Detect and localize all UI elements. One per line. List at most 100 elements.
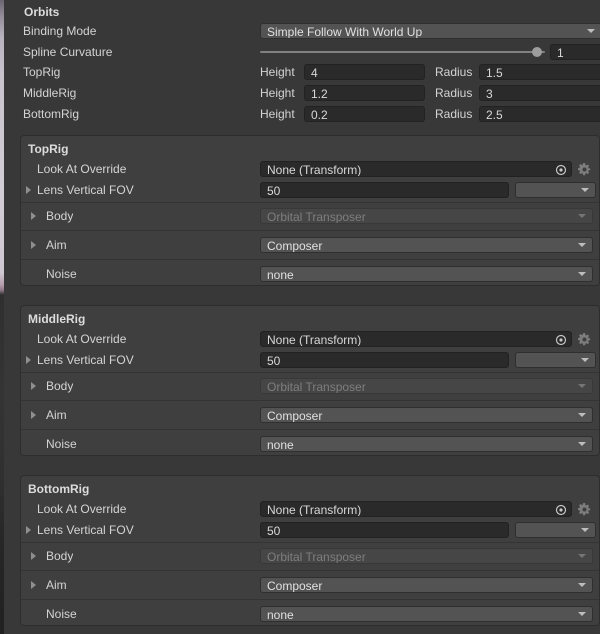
look-at-override-field[interactable]: None (Transform) — [260, 501, 572, 517]
spline-curvature-value-field[interactable]: 1 — [550, 44, 600, 60]
aim-label: Aim — [46, 577, 67, 594]
aim-dropdown[interactable]: Composer — [260, 407, 593, 423]
object-picker-icon[interactable] — [555, 334, 567, 346]
chevron-down-icon — [578, 612, 586, 616]
body-label: Body — [46, 548, 73, 565]
aim-foldout[interactable] — [31, 411, 36, 419]
chevron-down-icon — [578, 554, 586, 558]
lens-vertical-fov-field[interactable]: 50 — [260, 182, 509, 198]
noise-label: Noise — [46, 436, 77, 453]
divider — [21, 400, 599, 401]
height-field[interactable]: 0.2 — [304, 106, 425, 122]
lens-preset-dropdown[interactable] — [515, 182, 596, 198]
rig-section-bottomrig: BottomRig Look At Override None (Transfo… — [21, 476, 599, 625]
chevron-down-icon — [578, 243, 586, 247]
gear-icon[interactable] — [578, 333, 591, 346]
orbit-rig-row: MiddleRig Height 1.2 Radius 3 — [0, 85, 600, 102]
aim-foldout[interactable] — [31, 581, 36, 589]
binding-mode-label: Binding Mode — [23, 23, 96, 40]
look-at-override-value: None (Transform) — [267, 163, 361, 177]
spline-curvature-slider[interactable] — [260, 44, 545, 61]
divider — [21, 429, 599, 430]
chevron-down-icon — [578, 583, 586, 587]
aim-foldout[interactable] — [31, 241, 36, 249]
lens-vertical-fov-label: Lens Vertical FOV — [37, 352, 134, 369]
lens-vertical-fov-label: Lens Vertical FOV — [37, 522, 134, 539]
height-label: Height — [260, 64, 295, 81]
radius-field[interactable]: 1.5 — [479, 64, 600, 80]
aim-dropdown[interactable]: Composer — [260, 577, 593, 593]
noise-label: Noise — [46, 606, 77, 623]
rig-title: BottomRig — [28, 481, 89, 498]
lens-preset-dropdown[interactable] — [515, 352, 596, 368]
chevron-down-icon — [578, 272, 586, 276]
radius-label: Radius — [435, 64, 472, 81]
orbit-rig-row: BottomRig Height 0.2 Radius 2.5 — [0, 106, 600, 123]
orbit-rig-name: TopRig — [23, 64, 60, 81]
divider — [21, 372, 599, 373]
chevron-down-icon — [578, 214, 586, 218]
lens-vertical-fov-foldout[interactable] — [26, 356, 31, 364]
chevron-down-icon — [578, 384, 586, 388]
height-label: Height — [260, 106, 295, 123]
divider — [21, 202, 599, 203]
body-foldout[interactable] — [31, 212, 36, 220]
height-field[interactable]: 4 — [304, 64, 425, 80]
divider — [21, 542, 599, 543]
rig-section-toprig: TopRig Look At Override None (Transform)… — [21, 136, 599, 285]
noise-label: Noise — [46, 266, 77, 283]
look-at-override-label: Look At Override — [37, 161, 126, 178]
height-label: Height — [260, 85, 295, 102]
noise-value: none — [267, 608, 294, 622]
body-dropdown: Orbital Transposer — [260, 208, 593, 224]
look-at-override-value: None (Transform) — [267, 503, 361, 517]
orbit-rig-name: MiddleRig — [23, 85, 76, 102]
body-label: Body — [46, 208, 73, 225]
body-label: Body — [46, 378, 73, 395]
lens-vertical-fov-field[interactable]: 50 — [260, 352, 509, 368]
lens-preset-dropdown[interactable] — [515, 522, 596, 538]
gear-icon[interactable] — [578, 163, 591, 176]
divider — [21, 230, 599, 231]
lens-vertical-fov-foldout[interactable] — [26, 526, 31, 534]
look-at-override-label: Look At Override — [37, 331, 126, 348]
aim-value: Composer — [267, 579, 322, 593]
orbits-header: Orbits — [24, 4, 59, 21]
lens-vertical-fov-foldout[interactable] — [26, 186, 31, 194]
unity-inspector-panel: Orbits Binding Mode Simple Follow With W… — [0, 0, 600, 634]
binding-mode-value: Simple Follow With World Up — [267, 25, 422, 39]
noise-dropdown[interactable]: none — [260, 606, 593, 622]
height-field[interactable]: 1.2 — [304, 85, 425, 101]
object-picker-icon[interactable] — [555, 504, 567, 516]
look-at-override-field[interactable]: None (Transform) — [260, 331, 572, 347]
aim-value: Composer — [267, 409, 322, 423]
look-at-override-field[interactable]: None (Transform) — [260, 161, 572, 177]
look-at-override-value: None (Transform) — [267, 333, 361, 347]
divider — [21, 599, 599, 600]
rig-section-middlerig: MiddleRig Look At Override None (Transfo… — [21, 306, 599, 455]
aim-value: Composer — [267, 239, 322, 253]
radius-field[interactable]: 3 — [479, 85, 600, 101]
look-at-override-label: Look At Override — [37, 501, 126, 518]
body-dropdown: Orbital Transposer — [260, 548, 593, 564]
noise-dropdown[interactable]: none — [260, 266, 593, 282]
chevron-down-icon — [587, 29, 595, 33]
aim-dropdown[interactable]: Composer — [260, 237, 593, 253]
radius-label: Radius — [435, 106, 472, 123]
body-foldout[interactable] — [31, 382, 36, 390]
body-foldout[interactable] — [31, 552, 36, 560]
lens-vertical-fov-field[interactable]: 50 — [260, 522, 509, 538]
divider — [21, 570, 599, 571]
radius-field[interactable]: 2.5 — [479, 106, 600, 122]
lens-vertical-fov-label: Lens Vertical FOV — [37, 182, 134, 199]
orbit-rig-row: TopRig Height 4 Radius 1.5 — [0, 64, 600, 81]
divider — [21, 259, 599, 260]
noise-dropdown[interactable]: none — [260, 436, 593, 452]
binding-mode-dropdown[interactable]: Simple Follow With World Up — [260, 23, 600, 39]
object-picker-icon[interactable] — [555, 164, 567, 176]
spline-curvature-label: Spline Curvature — [23, 44, 112, 61]
slider-track[interactable] — [260, 51, 545, 53]
slider-thumb[interactable] — [532, 47, 542, 57]
gear-icon[interactable] — [578, 503, 591, 516]
chevron-down-icon — [581, 528, 589, 532]
